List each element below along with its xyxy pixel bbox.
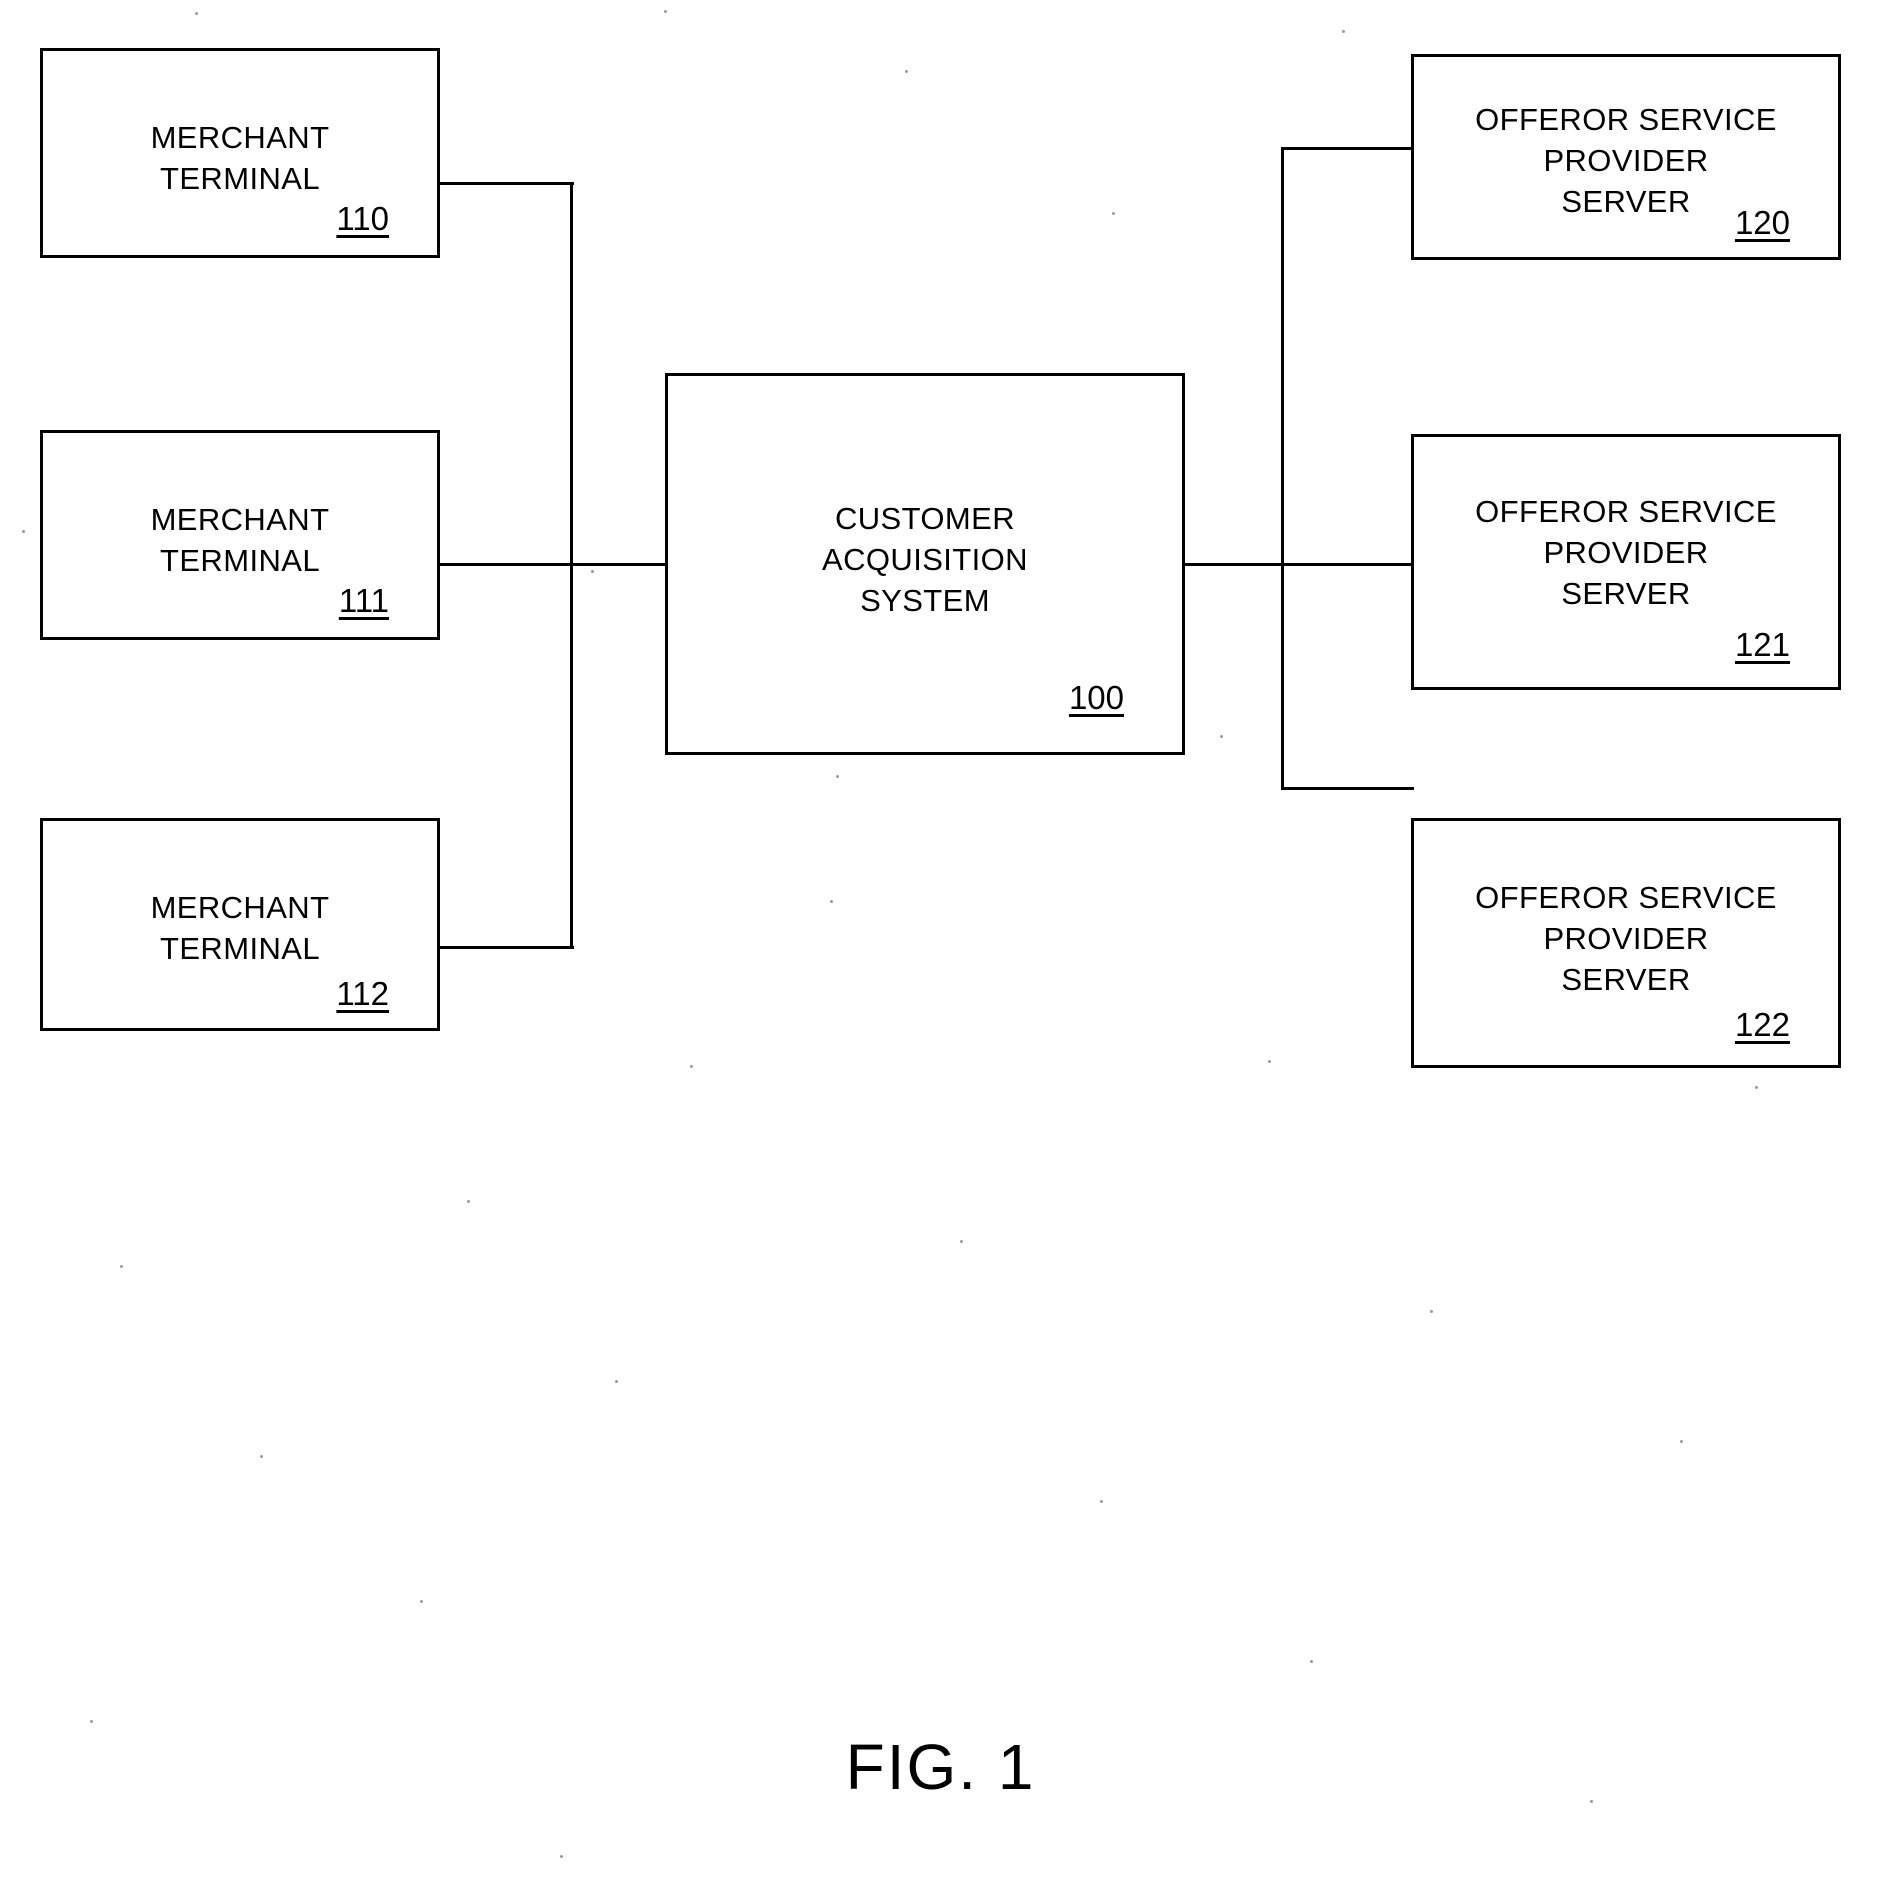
node-offeror-service-provider-server-122-ref: 122 [1734, 1006, 1790, 1043]
scan-speckle [830, 900, 833, 903]
node-merchant-terminal-112-ref: 112 [336, 975, 389, 1012]
node-offeror-service-provider-server-121: OFFEROR SERVICE PROVIDER SERVER 121 [1411, 434, 1841, 690]
node-offeror-service-provider-server-122-label: OFFEROR SERVICE PROVIDER SERVER [1475, 880, 1777, 997]
scan-speckle [1680, 1440, 1683, 1443]
scan-speckle [560, 1855, 563, 1858]
scan-speckle [1220, 735, 1223, 738]
scan-speckle [1100, 1500, 1103, 1503]
patent-figure-1: MERCHANT TERMINAL 110 MERCHANT TERMINAL … [0, 0, 1881, 1889]
scan-speckle [960, 1240, 963, 1243]
connector-bus-to-offeror-122 [1281, 787, 1414, 790]
node-merchant-terminal-111-ref: 111 [338, 582, 389, 619]
connector-merchant-111-to-system [437, 563, 668, 566]
scan-speckle [1590, 1800, 1593, 1803]
node-customer-acquisition-system-100-ref: 100 [1068, 679, 1124, 716]
scan-speckle [905, 70, 908, 73]
scan-speckle [1755, 1086, 1758, 1089]
node-merchant-terminal-111-label: MERCHANT TERMINAL [150, 502, 330, 578]
scan-speckle [120, 1265, 123, 1268]
scan-speckle [1342, 30, 1345, 33]
scan-speckle [664, 10, 667, 13]
node-offeror-service-provider-server-120: OFFEROR SERVICE PROVIDER SERVER 120 [1411, 54, 1841, 260]
node-offeror-service-provider-server-121-label: OFFEROR SERVICE PROVIDER SERVER [1475, 494, 1777, 611]
scan-speckle [22, 530, 25, 533]
scan-speckle [1310, 1660, 1313, 1663]
scan-speckle [90, 1720, 93, 1723]
scan-speckle [1430, 1310, 1433, 1313]
connector-offeror-bus-vertical [1281, 147, 1284, 787]
node-merchant-terminal-111: MERCHANT TERMINAL 111 [40, 430, 440, 640]
connector-system-to-offeror-121 [1183, 563, 1414, 566]
scan-speckle [195, 12, 198, 15]
node-merchant-terminal-110-ref: 110 [336, 200, 389, 237]
figure-caption: FIG. 1 [845, 1731, 1036, 1803]
node-offeror-service-provider-server-120-ref: 120 [1734, 204, 1790, 241]
node-merchant-terminal-112: MERCHANT TERMINAL 112 [40, 818, 440, 1031]
scan-speckle [467, 1200, 470, 1203]
connector-bus-to-offeror-120 [1281, 147, 1414, 150]
connector-merchant-112-to-bus [437, 946, 574, 949]
node-customer-acquisition-system-100-label: CUSTOMER ACQUISITION SYSTEM [822, 501, 1028, 618]
scan-speckle [615, 1380, 618, 1383]
scan-speckle [836, 775, 839, 778]
scan-speckle [690, 1065, 693, 1068]
node-merchant-terminal-110-label: MERCHANT TERMINAL [150, 120, 330, 196]
scan-speckle [591, 570, 594, 573]
scan-speckle [420, 1600, 423, 1603]
node-merchant-terminal-112-label: MERCHANT TERMINAL [150, 890, 330, 966]
node-customer-acquisition-system-100: CUSTOMER ACQUISITION SYSTEM 100 [665, 373, 1185, 755]
node-offeror-service-provider-server-122: OFFEROR SERVICE PROVIDER SERVER 122 [1411, 818, 1841, 1068]
scan-speckle [1268, 1060, 1271, 1063]
scan-speckle [1112, 212, 1115, 215]
node-merchant-terminal-110: MERCHANT TERMINAL 110 [40, 48, 440, 258]
scan-speckle [260, 1455, 263, 1458]
connector-merchant-110-to-bus [437, 182, 574, 185]
node-offeror-service-provider-server-121-ref: 121 [1734, 626, 1790, 663]
